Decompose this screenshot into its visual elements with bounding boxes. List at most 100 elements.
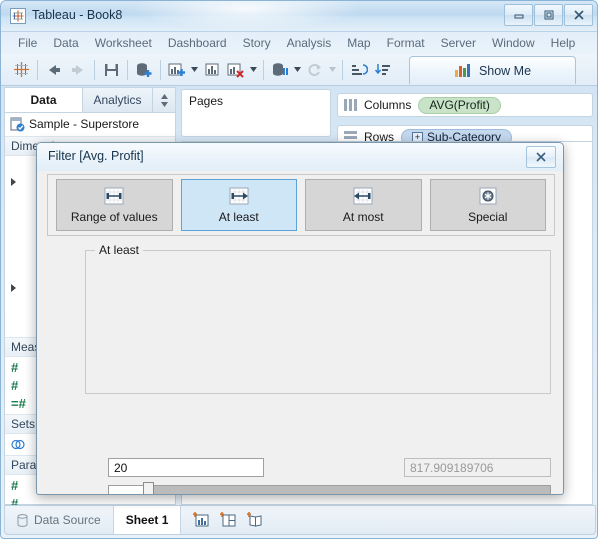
slider-unselected-region xyxy=(108,485,146,495)
pages-label: Pages xyxy=(182,90,330,108)
refresh-dropdown-caret-icon[interactable] xyxy=(327,58,338,82)
tab-data-source[interactable]: Data Source xyxy=(5,506,114,534)
clear-sheet-icon[interactable] xyxy=(224,58,248,82)
tab-data[interactable]: Data xyxy=(5,88,83,112)
sort-ascending-icon[interactable] xyxy=(347,58,371,82)
window-title: Tableau - Book8 xyxy=(32,8,122,22)
tableau-home-icon[interactable] xyxy=(9,58,33,82)
toolbar-separator xyxy=(37,60,38,80)
data-source-small-icon xyxy=(17,514,28,527)
tab-data-source-label: Data Source xyxy=(34,513,101,527)
new-object-buttons xyxy=(181,506,276,534)
menu-item-server[interactable]: Server xyxy=(433,34,484,52)
tab-sheet-1-label: Sheet 1 xyxy=(126,513,169,527)
menu-item-story[interactable]: Story xyxy=(235,34,279,52)
toolbar-separator xyxy=(94,60,95,80)
new-worksheet-dropdown-caret-icon[interactable] xyxy=(189,58,200,82)
menu-item-map[interactable]: Map xyxy=(339,34,378,52)
at-least-icon xyxy=(228,187,250,205)
show-me-label: Show Me xyxy=(479,64,531,78)
new-dashboard-icon[interactable] xyxy=(220,512,237,528)
menu-item-window[interactable]: Window xyxy=(484,34,543,52)
tab-special[interactable]: Special xyxy=(430,179,547,231)
menu-item-worksheet[interactable]: Worksheet xyxy=(87,34,160,52)
expand-triangle-icon xyxy=(11,178,16,186)
tab-range-of-values-label: Range of values xyxy=(71,210,158,224)
forward-arrow-icon[interactable] xyxy=(66,58,90,82)
filter-dialog-title: Filter [Avg. Profit] xyxy=(48,149,144,163)
toolbar-separator xyxy=(127,60,128,80)
filter-dialog: Filter [Avg. Profit] Range of values xyxy=(36,142,564,495)
number-field-icon: # xyxy=(11,378,18,393)
filter-dialog-titlebar: Filter [Avg. Profit] xyxy=(37,143,563,171)
save-icon[interactable] xyxy=(99,58,123,82)
columns-icon xyxy=(344,99,357,111)
menu-item-data[interactable]: Data xyxy=(45,34,86,52)
menu-bar: File Data Worksheet Dashboard Story Anal… xyxy=(1,32,598,54)
at-most-icon xyxy=(352,187,374,205)
tab-analytics[interactable]: Analytics xyxy=(83,88,153,112)
tab-at-most-label: At most xyxy=(343,210,384,224)
data-pane-tabs: Data Analytics xyxy=(5,88,175,113)
back-arrow-icon[interactable] xyxy=(42,58,66,82)
tab-at-most[interactable]: At most xyxy=(305,179,422,231)
tab-at-least[interactable]: At least xyxy=(181,179,298,231)
data-source-name: Sample - Superstore xyxy=(29,117,139,131)
filter-max-value-display: 817.909189706 xyxy=(404,458,551,477)
new-worksheet-icon[interactable] xyxy=(165,58,189,82)
slider-thumb-min[interactable] xyxy=(143,482,154,495)
window-controls xyxy=(504,4,593,26)
clear-sheet-dropdown-caret-icon[interactable] xyxy=(248,58,259,82)
toolbar-separator xyxy=(263,60,264,80)
refresh-icon[interactable] xyxy=(303,58,327,82)
tableau-application-window: Tableau - Book8 File Data Worksheet Dash… xyxy=(0,0,598,539)
close-icon[interactable] xyxy=(526,146,556,168)
titlebar-glare xyxy=(131,0,361,31)
number-field-icon: # xyxy=(11,478,18,493)
show-me-icon xyxy=(454,63,472,78)
sets-venn-icon xyxy=(11,439,25,450)
slider-track[interactable] xyxy=(108,485,551,495)
swap-data-dropdown-caret-icon[interactable] xyxy=(292,58,303,82)
columns-shelf[interactable]: Columns AVG(Profit) xyxy=(337,93,593,117)
new-story-icon[interactable] xyxy=(247,512,264,528)
pages-card[interactable]: Pages xyxy=(181,89,331,137)
sort-updown-icon[interactable] xyxy=(153,88,175,112)
minimize-icon[interactable] xyxy=(504,4,533,26)
duplicate-sheet-icon[interactable] xyxy=(200,58,224,82)
toolbar-separator xyxy=(342,60,343,80)
filter-value-group xyxy=(85,250,551,394)
toolbar-separator xyxy=(160,60,161,80)
special-icon xyxy=(477,187,499,205)
sheet-tab-bar: Data Source Sheet 1 xyxy=(4,505,596,535)
swap-data-icon[interactable] xyxy=(268,58,292,82)
tab-special-label: Special xyxy=(468,210,507,224)
tab-sheet-1[interactable]: Sheet 1 xyxy=(114,506,182,534)
close-icon[interactable] xyxy=(564,4,593,26)
sets-label: Sets xyxy=(11,417,35,431)
menu-item-help[interactable]: Help xyxy=(543,34,584,52)
number-field-icon: # xyxy=(11,360,18,375)
window-titlebar: Tableau - Book8 xyxy=(1,1,598,32)
calculated-field-icon: =# xyxy=(11,396,26,411)
tab-range-of-values[interactable]: Range of values xyxy=(56,179,173,231)
expand-triangle-icon xyxy=(11,284,16,292)
menu-item-file[interactable]: File xyxy=(10,34,45,52)
menu-item-analysis[interactable]: Analysis xyxy=(279,34,340,52)
maximize-icon[interactable] xyxy=(534,4,563,26)
main-toolbar: Show Me xyxy=(1,54,598,86)
sort-descending-icon[interactable] xyxy=(371,58,395,82)
new-worksheet-icon[interactable] xyxy=(193,512,210,528)
columns-label: Columns xyxy=(364,98,411,112)
menu-item-format[interactable]: Format xyxy=(379,34,433,52)
filter-range-slider[interactable] xyxy=(108,484,551,495)
filter-min-value-input[interactable]: 20 xyxy=(108,458,264,477)
data-source-item[interactable]: Sample - Superstore xyxy=(5,113,175,135)
menu-item-dashboard[interactable]: Dashboard xyxy=(160,34,235,52)
new-data-source-icon[interactable] xyxy=(132,58,156,82)
range-of-values-icon xyxy=(103,187,125,205)
tab-at-least-label: At least xyxy=(219,210,259,224)
tableau-logo-icon xyxy=(10,8,26,24)
pill-avg-profit[interactable]: AVG(Profit) xyxy=(418,97,500,114)
show-me-button[interactable]: Show Me xyxy=(409,56,576,84)
